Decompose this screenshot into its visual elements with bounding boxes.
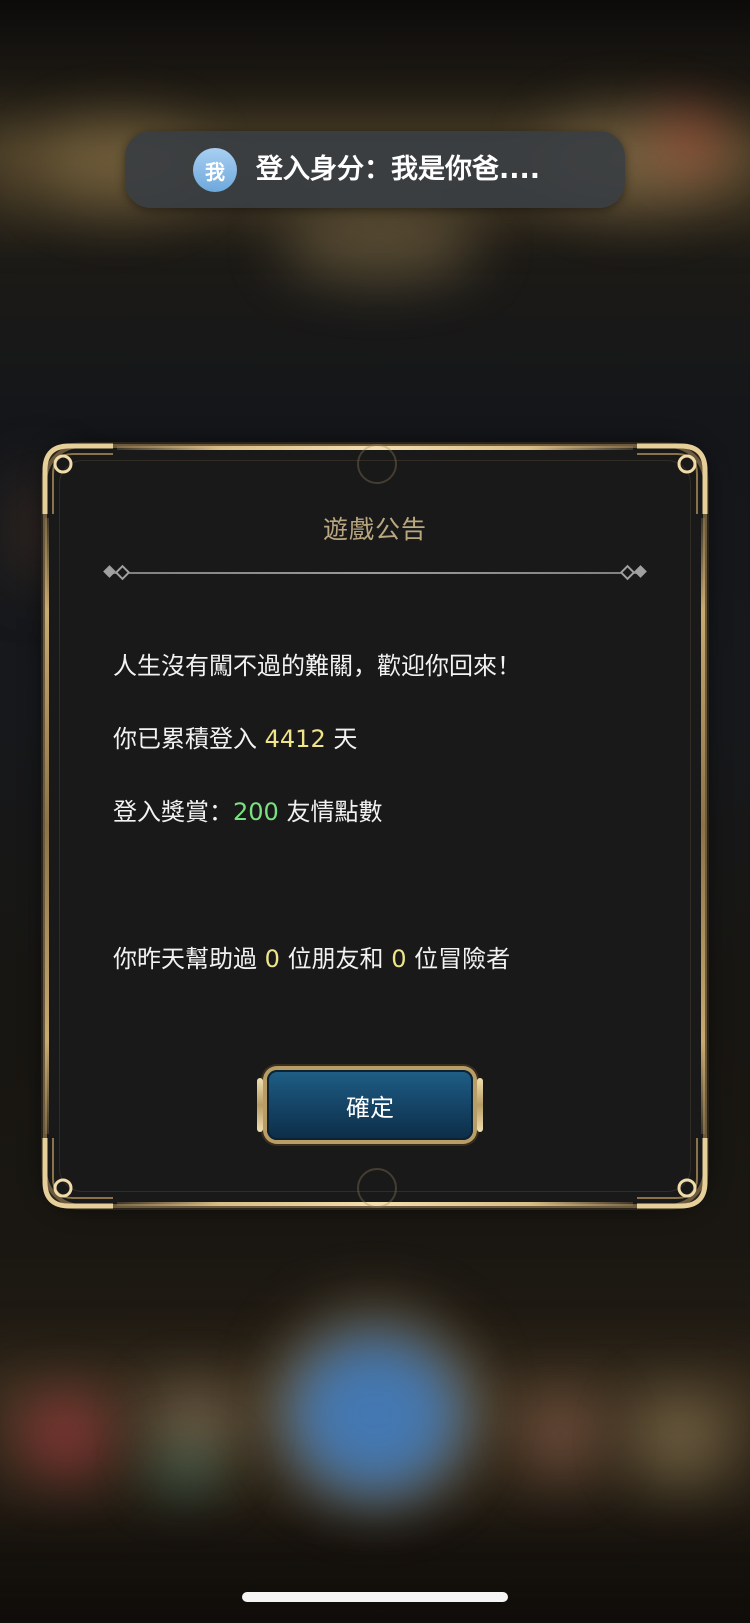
login-days-suffix: 天 — [333, 725, 358, 753]
blurred-bottom-icon-4 — [520, 1395, 600, 1475]
blurred-bottom-icon-5 — [630, 1395, 730, 1485]
title-divider — [107, 572, 643, 574]
blurred-top-right-badge — [660, 110, 720, 170]
blurred-bottom-icon-1 — [20, 1395, 110, 1475]
blurred-center-orb — [290, 1335, 460, 1495]
confirm-button[interactable]: 確定 — [257, 1070, 483, 1140]
login-reward-line: 登入獎賞：200 友情點數 — [113, 792, 382, 827]
helped-friends-count: 0 — [264, 945, 280, 973]
login-identity-toast: 我 登入身分：我是你爸.... — [125, 131, 625, 208]
user-avatar: 我 — [193, 148, 237, 192]
blurred-bottom-icon-2b — [150, 1450, 220, 1490]
helped-prefix: 你昨天幫助過 — [113, 945, 257, 973]
frame-left-edge — [45, 518, 49, 1134]
button-cap-ornament — [477, 1078, 483, 1132]
login-days-line: 你已累積登入 4412 天 — [113, 719, 357, 754]
helped-yesterday-line: 你昨天幫助過 0 位朋友和 0 位冒險者 — [113, 939, 510, 974]
frame-bottom-medallion — [357, 1168, 397, 1208]
dialog-title: 遊戲公告 — [322, 515, 427, 544]
login-reward-suffix: 友情點數 — [286, 798, 383, 826]
frame-top-medallion — [357, 444, 397, 484]
divider-diamond-outline-icon — [114, 564, 131, 581]
frame-right-edge — [701, 518, 705, 1134]
game-announcement-dialog: 遊戲公告 人生沒有闖不過的難關，歡迎你回來！ 你已累積登入 4412 天 登入獎… — [42, 443, 708, 1209]
blurred-top-center-decor — [280, 210, 480, 280]
home-indicator[interactable] — [242, 1592, 508, 1602]
login-reward-value: 200 — [233, 798, 279, 826]
login-identity-text: 登入身分：我是你爸.... — [256, 154, 541, 185]
helped-middle: 位朋友和 — [287, 945, 384, 973]
login-reward-prefix: 登入獎賞： — [113, 798, 233, 826]
welcome-message: 人生沒有闖不過的難關，歡迎你回來！ — [113, 652, 521, 680]
login-days-prefix: 你已累積登入 — [113, 725, 257, 753]
divider-diamond-icon — [634, 565, 647, 578]
confirm-button-label: 確定 — [346, 1093, 394, 1122]
login-days-value: 4412 — [264, 725, 326, 753]
helped-suffix: 位冒險者 — [414, 945, 511, 973]
button-cap-ornament — [257, 1078, 263, 1132]
helped-adventurers-count: 0 — [391, 945, 407, 973]
divider-diamond-outline-icon — [619, 564, 636, 581]
